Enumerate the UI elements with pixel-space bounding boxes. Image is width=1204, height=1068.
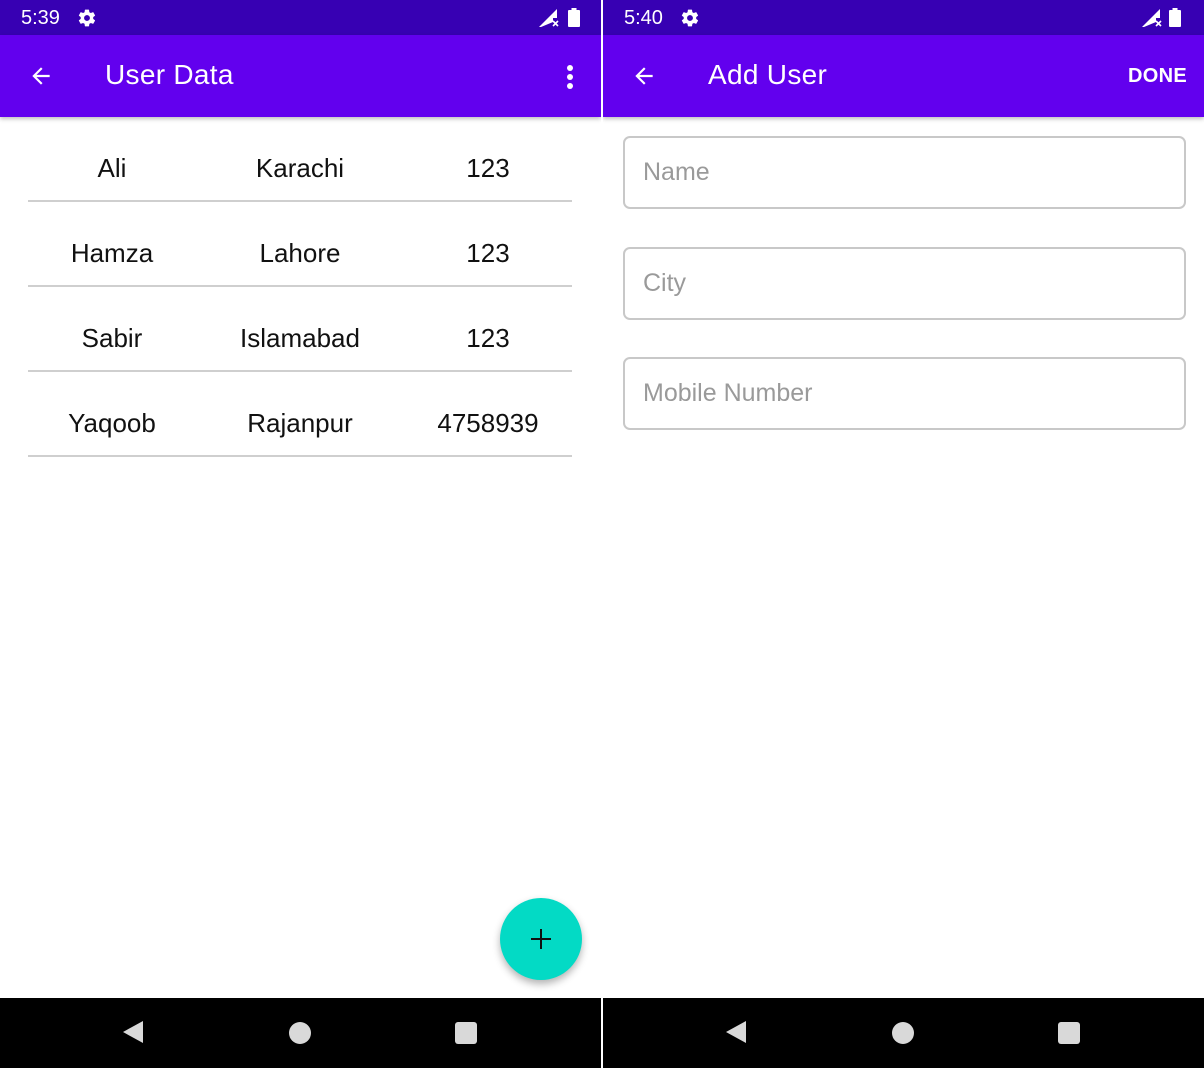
add-user-screen: 5:40 Add User DONE	[603, 0, 1204, 1068]
overflow-menu-icon	[567, 65, 573, 89]
user-mobile: 123	[466, 153, 510, 183]
back-button[interactable]	[22, 58, 60, 94]
back-button[interactable]	[625, 58, 663, 94]
user-list: Ali Karachi 123 Hamza Lahore 123 Sabir I…	[28, 117, 572, 457]
user-name: Yaqoob	[68, 408, 156, 438]
user-city: Islamabad	[240, 323, 360, 353]
list-item[interactable]: Yaqoob Rajanpur 4758939	[28, 372, 572, 457]
page-title: User Data	[105, 59, 234, 90]
signal-icon	[1142, 9, 1162, 27]
user-city: Karachi	[255, 153, 345, 183]
app-bar: User Data	[0, 35, 601, 117]
name-input[interactable]	[625, 138, 1184, 207]
status-time: 5:40	[624, 7, 663, 29]
nav-home-icon[interactable]	[892, 1022, 914, 1044]
user-mobile: 123	[466, 238, 510, 268]
battery-icon	[568, 8, 580, 27]
name-field[interactable]	[623, 136, 1186, 209]
nav-back-icon[interactable]	[121, 1020, 145, 1044]
signal-icon	[539, 9, 559, 27]
system-nav-bar	[0, 998, 601, 1068]
plus-icon	[531, 929, 551, 949]
status-time: 5:39	[21, 7, 60, 29]
nav-back-icon[interactable]	[724, 1020, 748, 1044]
user-city: Rajanpur	[247, 408, 353, 438]
city-input[interactable]	[625, 249, 1184, 318]
user-city: Lahore	[259, 238, 341, 268]
system-nav-bar	[603, 998, 1204, 1068]
nav-home-icon[interactable]	[289, 1022, 311, 1044]
user-data-screen: 5:39 User Data Ali Karachi 123 Hamza Lah…	[0, 0, 601, 1068]
page-title: Add User	[708, 59, 828, 90]
add-user-fab[interactable]	[500, 898, 582, 980]
overflow-menu-button[interactable]	[557, 59, 583, 95]
list-item[interactable]: Sabir Islamabad 123	[28, 287, 572, 372]
back-arrow-icon	[635, 67, 653, 85]
gear-icon	[78, 9, 96, 27]
back-arrow-icon	[32, 67, 50, 85]
user-name: Ali	[97, 153, 127, 183]
done-button[interactable]: DONE	[1128, 65, 1187, 88]
user-mobile: 123	[466, 323, 510, 353]
user-name: Hamza	[70, 238, 154, 268]
user-name: Sabir	[81, 323, 143, 353]
city-field[interactable]	[623, 247, 1186, 320]
battery-icon	[1169, 8, 1181, 27]
list-item[interactable]: Hamza Lahore 123	[28, 202, 572, 287]
user-mobile: 4758939	[437, 408, 539, 438]
mobile-number-field[interactable]	[623, 357, 1186, 430]
gear-icon	[681, 9, 699, 27]
mobile-number-input[interactable]	[625, 359, 1184, 428]
nav-recents-icon[interactable]	[455, 1022, 477, 1044]
status-bar: 5:40	[603, 0, 1204, 35]
list-item[interactable]: Ali Karachi 123	[28, 117, 572, 202]
status-bar: 5:39	[0, 0, 601, 35]
app-bar: Add User DONE	[603, 35, 1204, 117]
nav-recents-icon[interactable]	[1058, 1022, 1080, 1044]
